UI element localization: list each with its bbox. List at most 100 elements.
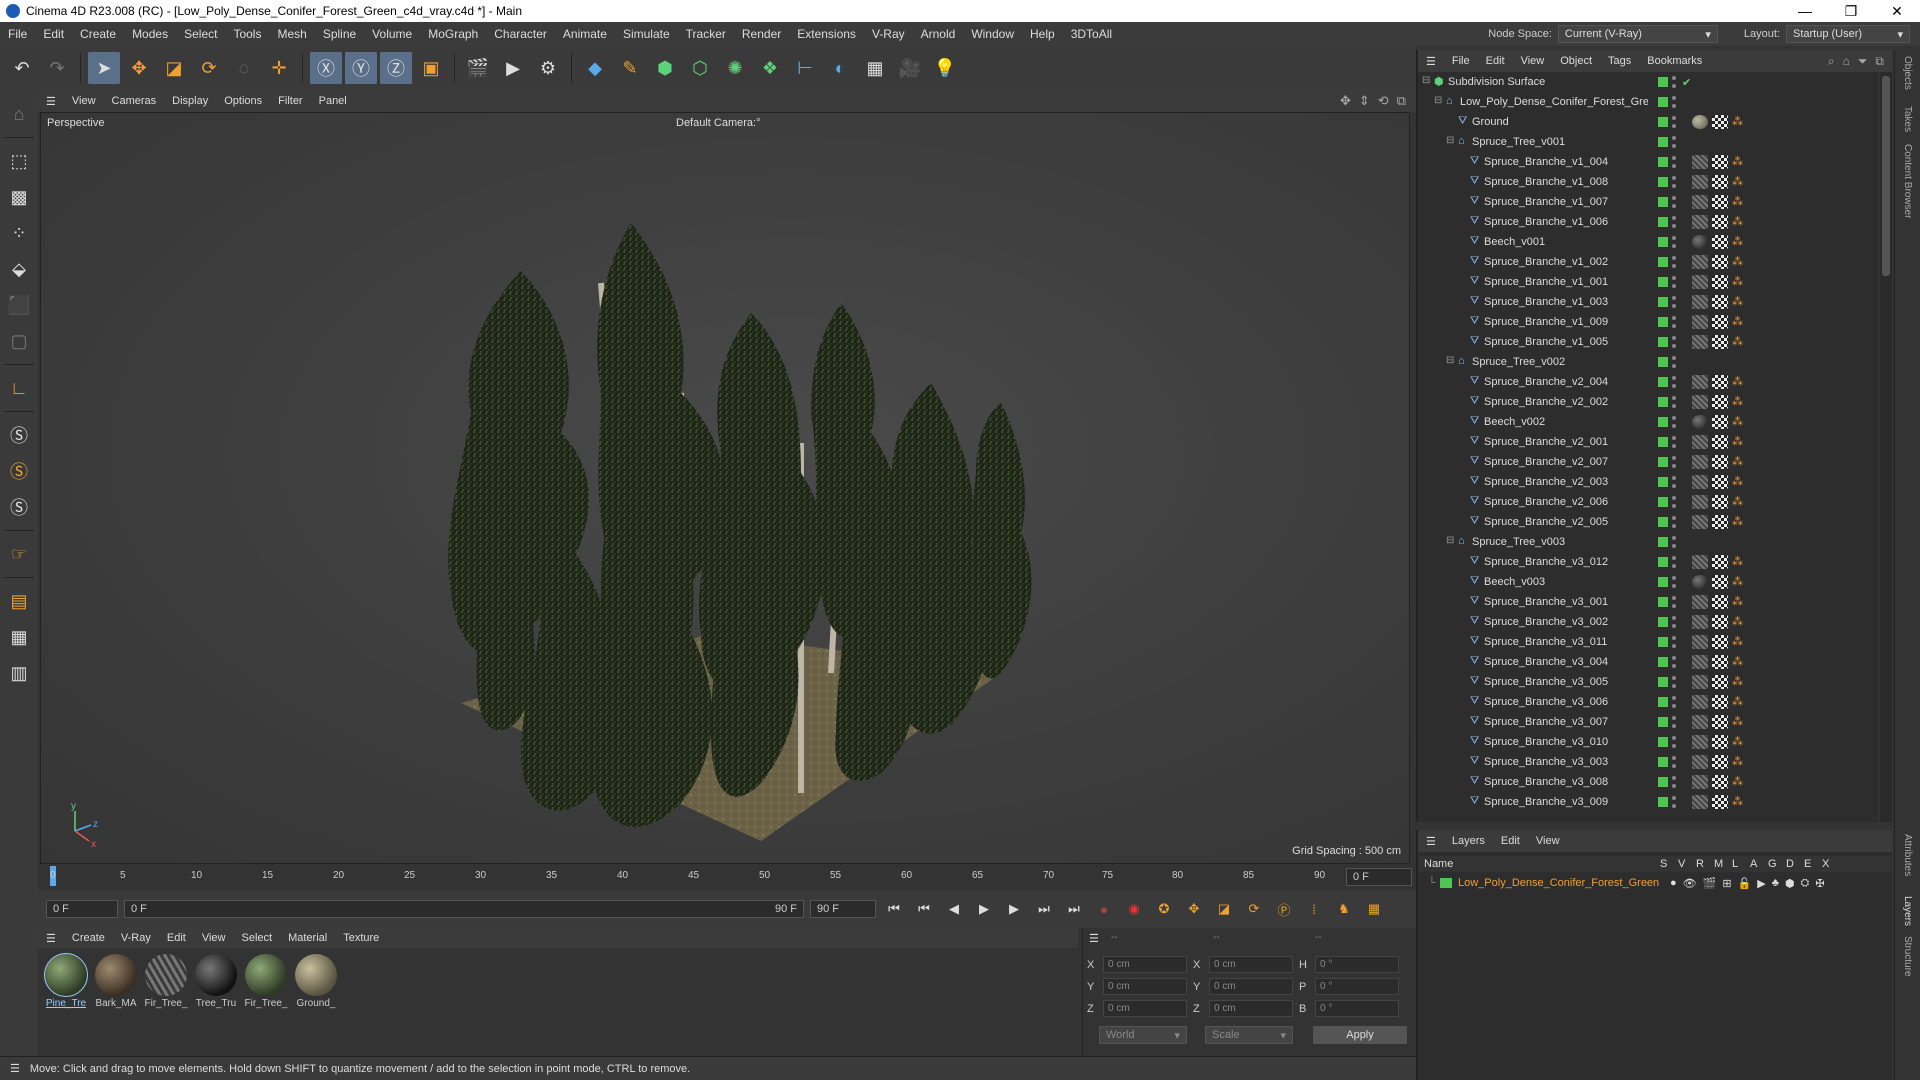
visibility-dots-icon[interactable] (1672, 496, 1676, 508)
timeline-window-icon[interactable]: ▦ (1362, 897, 1386, 921)
objects-menu-bookmarks[interactable]: Bookmarks (1639, 55, 1710, 67)
material-tag-icon[interactable] (1692, 395, 1708, 409)
texture-tag-icon[interactable] (1712, 735, 1728, 749)
material-swatch[interactable]: Ground_ (294, 954, 338, 1050)
enabled-check-icon[interactable]: ✔ (1682, 76, 1691, 89)
object-name[interactable]: Beech_v002 (1484, 416, 1648, 428)
menu-render[interactable]: Render (734, 27, 789, 41)
material-tag-icon[interactable] (1692, 655, 1708, 669)
vray-tag-icon[interactable]: ⁂ (1732, 435, 1744, 449)
material-tag-icon[interactable] (1692, 435, 1708, 449)
vray-tag-icon[interactable]: ⁂ (1732, 315, 1744, 329)
vray-tag-icon[interactable]: ⁂ (1732, 475, 1744, 489)
object-name[interactable]: Spruce_Branche_v1_007 (1484, 196, 1648, 208)
texture-tag-icon[interactable] (1712, 175, 1728, 189)
collapse-toggle-icon[interactable]: ⊟ (1434, 95, 1442, 106)
material-tag-icon[interactable] (1692, 595, 1708, 609)
tab-attributes[interactable]: Attributes (1902, 834, 1913, 876)
object-name[interactable]: Low_Poly_Dense_Conifer_Forest_Green (1460, 96, 1648, 108)
layer-color-icon[interactable] (1658, 497, 1668, 507)
layer-manager-icon[interactable]: ⊞ (1722, 877, 1731, 890)
visibility-dots-icon[interactable] (1672, 336, 1676, 348)
layer-color-icon[interactable] (1658, 377, 1668, 387)
object-name[interactable]: Spruce_Branche_v3_011 (1484, 636, 1648, 648)
visibility-dots-icon[interactable] (1672, 636, 1676, 648)
object-name[interactable]: Spruce_Branche_v3_005 (1484, 676, 1648, 688)
material-tag-icon[interactable] (1692, 515, 1708, 529)
live-select-icon[interactable]: ◌ (228, 52, 260, 84)
coords-size-y-field[interactable]: 0 cm (1209, 978, 1293, 995)
texture-tag-icon[interactable] (1712, 215, 1728, 229)
object-tree-row[interactable]: ⛛ Spruce_Branche_v1_006 ⁂ (1418, 212, 1878, 232)
tab-objects[interactable]: Objects (1902, 56, 1913, 90)
menu-create[interactable]: Create (72, 27, 124, 41)
visibility-dots-icon[interactable] (1672, 176, 1676, 188)
layer-color-icon[interactable] (1658, 677, 1668, 687)
layer-expression-icon[interactable]: ⛭ (1801, 877, 1810, 890)
material-menu-material[interactable]: Material (280, 932, 335, 944)
material-tag-icon[interactable] (1692, 295, 1708, 309)
hamburger-menu-icon[interactable]: ☰ (1418, 835, 1444, 848)
object-tree-row[interactable]: ⛛ Beech_v001 ⁂ (1418, 232, 1878, 252)
coords-pos-x-field[interactable]: 0 cm (1103, 956, 1187, 973)
visibility-dots-icon[interactable] (1672, 556, 1676, 568)
key-parameter-icon[interactable]: Ⓟ (1272, 897, 1296, 921)
layer-color-swatch[interactable] (1440, 878, 1452, 888)
texture-tag-icon[interactable] (1712, 595, 1728, 609)
layer-header-visible[interactable]: V (1678, 858, 1696, 870)
vray-tag-icon[interactable]: ⁂ (1732, 415, 1744, 429)
object-tree-row[interactable]: ⊟ ⌂ Spruce_Tree_v001 (1418, 132, 1878, 152)
layer-color-icon[interactable] (1658, 117, 1668, 127)
menu-animate[interactable]: Animate (555, 27, 615, 41)
material-menu-view[interactable]: View (194, 932, 234, 944)
viewport-menu-cameras[interactable]: Cameras (104, 95, 165, 107)
object-tree-row[interactable]: ⛛ Spruce_Branche_v3_002 ⁂ (1418, 612, 1878, 632)
menu-modes[interactable]: Modes (124, 27, 176, 41)
vray-tag-icon[interactable]: ⁂ (1732, 655, 1744, 669)
material-tag-icon[interactable] (1692, 235, 1708, 249)
texture-tag-icon[interactable] (1712, 795, 1728, 809)
texture-tag-icon[interactable] (1712, 495, 1728, 509)
layer-header-generators[interactable]: G (1768, 858, 1786, 870)
objects-menu-edit[interactable]: Edit (1478, 55, 1513, 67)
visibility-dots-icon[interactable] (1672, 196, 1676, 208)
object-name[interactable]: Spruce_Branche_v1_002 (1484, 256, 1648, 268)
object-tree-row[interactable]: ⛛ Spruce_Branche_v3_008 ⁂ (1418, 772, 1878, 792)
visibility-dots-icon[interactable] (1672, 756, 1676, 768)
layer-color-icon[interactable] (1658, 737, 1668, 747)
visibility-dots-icon[interactable] (1672, 236, 1676, 248)
texture-tag-icon[interactable] (1712, 655, 1728, 669)
coords-rot-b-field[interactable]: 0 ° (1315, 1000, 1399, 1017)
next-key-icon[interactable]: ⏭ (1032, 897, 1056, 921)
object-name[interactable]: Spruce_Branche_v3_004 (1484, 656, 1648, 668)
keyframe-selection-icon[interactable]: ✪ (1152, 897, 1176, 921)
layer-header-render[interactable]: R (1696, 858, 1714, 870)
object-tree-row[interactable]: ⛛ Spruce_Branche_v1_008 ⁂ (1418, 172, 1878, 192)
render-view-icon[interactable]: 🎬 (462, 52, 494, 84)
object-tree-row[interactable]: ⛛ Spruce_Branche_v2_004 ⁂ (1418, 372, 1878, 392)
layer-color-icon[interactable] (1658, 277, 1668, 287)
layer-header-expressions[interactable]: E (1804, 858, 1822, 870)
minimize-button[interactable]: — (1782, 3, 1828, 20)
object-name[interactable]: Spruce_Branche_v2_007 (1484, 456, 1648, 468)
object-tree-row[interactable]: ⛛ Spruce_Branche_v1_002 ⁂ (1418, 252, 1878, 272)
vray-tag-icon[interactable]: ⁂ (1732, 455, 1744, 469)
visibility-dots-icon[interactable] (1672, 776, 1676, 788)
object-tree-row[interactable]: ⛛ Spruce_Branche_v2_001 ⁂ (1418, 432, 1878, 452)
deformer-icon[interactable]: ⊢ (789, 52, 821, 84)
visibility-dots-icon[interactable] (1672, 276, 1676, 288)
light-bulb-icon[interactable]: 💡 (929, 52, 961, 84)
texture-tag-icon[interactable] (1712, 675, 1728, 689)
object-name[interactable]: Spruce_Branche_v3_003 (1484, 756, 1648, 768)
texture-tag-icon[interactable] (1712, 155, 1728, 169)
tab-structure[interactable]: Structure (1902, 936, 1913, 977)
material-tag-icon[interactable] (1692, 255, 1708, 269)
object-name[interactable]: Spruce_Branche_v2_003 (1484, 476, 1648, 488)
material-tag-icon[interactable] (1692, 495, 1708, 509)
play-icon[interactable]: ▶ (972, 897, 996, 921)
record-disabled-icon[interactable]: ● (1092, 897, 1116, 921)
menu-simulate[interactable]: Simulate (615, 27, 678, 41)
material-tag-icon[interactable] (1692, 575, 1708, 589)
material-swatch[interactable]: Fir_Tree_ (244, 954, 288, 1050)
layer-header-deformers[interactable]: D (1786, 858, 1804, 870)
